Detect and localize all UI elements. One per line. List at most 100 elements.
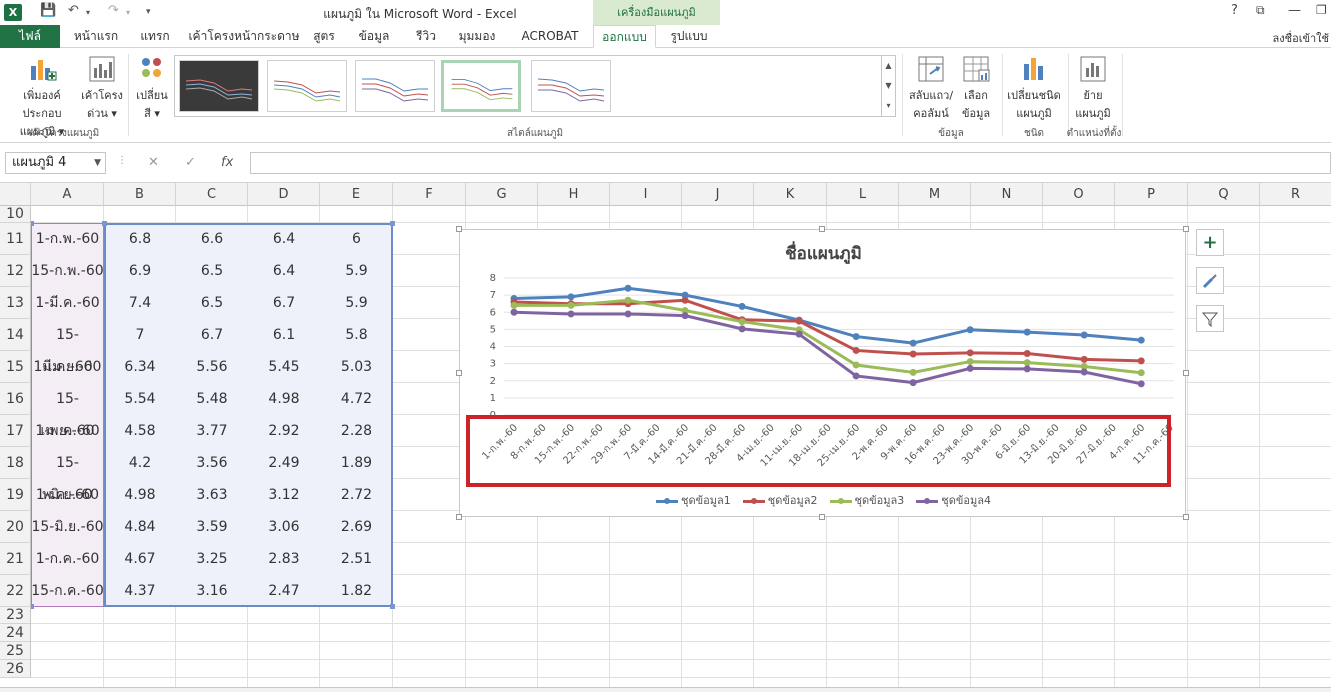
cell-a21[interactable]: 1-ก.ค.-60 (31, 543, 104, 575)
chart-style-3-thumbnail[interactable] (355, 60, 435, 112)
cell-b22[interactable]: 4.37 (104, 575, 176, 607)
cell-d19[interactable]: 3.12 (248, 479, 320, 511)
cell-e18[interactable]: 1.89 (320, 447, 393, 479)
series-3-point[interactable] (738, 318, 746, 326)
cell-b20[interactable]: 4.84 (104, 511, 176, 543)
select-data-button[interactable]: เลือก ข้อมูล (956, 54, 996, 122)
redo-icon[interactable]: ↷ (108, 3, 119, 18)
row-header-15[interactable]: 15 (0, 351, 31, 383)
cell-a11[interactable]: 1-ก.พ.-60 (31, 223, 104, 255)
cell-b18[interactable]: 4.2 (104, 447, 176, 479)
chart-resize-handle[interactable] (456, 226, 462, 232)
name-box-dropdown-icon[interactable]: ▼ (94, 153, 101, 173)
row-header-22[interactable]: 22 (0, 575, 31, 607)
row-header-26[interactable]: 26 (0, 660, 31, 678)
column-header-q[interactable]: Q (1188, 183, 1260, 206)
row-header-10[interactable]: 10 (0, 206, 31, 223)
cell-e14[interactable]: 5.8 (320, 319, 393, 351)
cell-b13[interactable]: 7.4 (104, 287, 176, 319)
cell-a13[interactable]: 1-มี.ค.-60 (31, 287, 104, 319)
cell-a19[interactable]: 1-มิ.ย.-60 (31, 479, 104, 511)
change-colors-button[interactable]: เปลี่ยน สี ▾ (132, 54, 172, 122)
cell-d20[interactable]: 3.06 (248, 511, 320, 543)
cell-a14[interactable]: 15-มี.ค.-60 (31, 319, 104, 375)
cell-e19[interactable]: 2.72 (320, 479, 393, 511)
series-2-point[interactable] (795, 317, 803, 325)
tab-insert[interactable]: แทรก (132, 25, 178, 48)
series-4-point[interactable] (909, 379, 917, 387)
series-1-point[interactable] (966, 326, 974, 334)
name-box[interactable]: แผนภูมิ 4 ▼ (5, 152, 106, 174)
series-1-point[interactable] (1023, 328, 1031, 336)
series-3-point[interactable] (567, 301, 575, 309)
series-2-point[interactable] (1080, 355, 1088, 363)
tab-page-layout[interactable]: เค้าโครงหน้ากระดาษ (184, 25, 304, 48)
legend-item-3[interactable]: ชุดข้อมูล3 (829, 491, 904, 509)
cell-e15[interactable]: 5.03 (320, 351, 393, 383)
series-1-point[interactable] (567, 293, 575, 301)
row-header-24[interactable]: 24 (0, 624, 31, 642)
save-icon[interactable]: 💾 (40, 3, 56, 18)
cell-a22[interactable]: 15-ก.ค.-60 (31, 575, 104, 607)
series-2-point[interactable] (852, 346, 860, 354)
cell-d13[interactable]: 6.7 (248, 287, 320, 319)
series-1-point[interactable] (1137, 336, 1145, 344)
cell-e21[interactable]: 2.51 (320, 543, 393, 575)
cell-c16[interactable]: 5.48 (176, 383, 248, 415)
cell-d16[interactable]: 4.98 (248, 383, 320, 415)
row-header-25[interactable]: 25 (0, 642, 31, 660)
chart-resize-handle[interactable] (1183, 514, 1189, 520)
series-4-point[interactable] (510, 308, 518, 316)
tab-home[interactable]: หน้าแรก (64, 25, 128, 48)
cell-c11[interactable]: 6.6 (176, 223, 248, 255)
legend-item-4[interactable]: ชุดข้อมูล4 (916, 491, 991, 509)
cell-c22[interactable]: 3.16 (176, 575, 248, 607)
cell-a20[interactable]: 15-มิ.ย.-60 (31, 511, 104, 543)
customize-qat-icon[interactable]: ▾ (146, 7, 151, 17)
cell-a16[interactable]: 15-เม.ย.-60 (31, 383, 104, 439)
row-header-21[interactable]: 21 (0, 543, 31, 575)
chart-style-5-thumbnail[interactable] (531, 60, 611, 112)
cell-b19[interactable]: 4.98 (104, 479, 176, 511)
series-3-point[interactable] (909, 368, 917, 376)
cell-d14[interactable]: 6.1 (248, 319, 320, 351)
series-3-point[interactable] (966, 358, 974, 366)
cell-a18[interactable]: 15-พ.ค.-60 (31, 447, 104, 503)
row-header-16[interactable]: 16 (0, 383, 31, 415)
cancel-icon[interactable]: ✕ (148, 155, 159, 170)
series-4-point[interactable] (795, 330, 803, 338)
series-line-2[interactable] (513, 298, 1142, 363)
cell-a15[interactable]: 1-เม.ย.-60 (31, 351, 104, 383)
cell-c13[interactable]: 6.5 (176, 287, 248, 319)
tab-acrobat[interactable]: ACROBAT (510, 25, 590, 48)
series-4-point[interactable] (738, 325, 746, 333)
undo-dropdown-icon[interactable]: ▾ (86, 8, 90, 17)
series-3-point[interactable] (1023, 359, 1031, 367)
cell-d12[interactable]: 6.4 (248, 255, 320, 287)
series-1-point[interactable] (738, 302, 746, 310)
ribbon-display-options-icon[interactable]: ⧉ (1256, 3, 1265, 18)
chart-style-1-thumbnail[interactable] (179, 60, 259, 112)
row-header-20[interactable]: 20 (0, 511, 31, 543)
restore-icon[interactable]: ❐ (1316, 3, 1327, 17)
chart-legend[interactable]: ชุดข้อมูล1 ชุดข้อมูล2 ชุดข้อมูล3 ชุดข้อมูล4 (460, 491, 1187, 509)
column-header-k[interactable]: K (754, 183, 827, 206)
undo-icon[interactable]: ↶ (68, 3, 79, 18)
tab-format[interactable]: รูปแบบ (660, 25, 718, 48)
cell-e17[interactable]: 2.28 (320, 415, 393, 447)
series-4-point[interactable] (852, 372, 860, 380)
cell-b21[interactable]: 4.67 (104, 543, 176, 575)
tab-design[interactable]: ออกแบบ (593, 25, 656, 48)
column-header-r[interactable]: R (1260, 183, 1331, 206)
chart-filters-button[interactable] (1196, 305, 1224, 332)
cell-b14[interactable]: 7 (104, 319, 176, 351)
row-header-14[interactable]: 14 (0, 319, 31, 351)
column-header-c[interactable]: C (176, 183, 248, 206)
legend-item-2[interactable]: ชุดข้อมูล2 (742, 491, 818, 509)
formula-input[interactable] (250, 152, 1331, 174)
tab-formulas[interactable]: สูตร (306, 25, 342, 48)
column-header-o[interactable]: O (1043, 183, 1115, 206)
cell-e11[interactable]: 6 (320, 223, 393, 255)
cell-e22[interactable]: 1.82 (320, 575, 393, 607)
row-header-23[interactable]: 23 (0, 607, 31, 624)
